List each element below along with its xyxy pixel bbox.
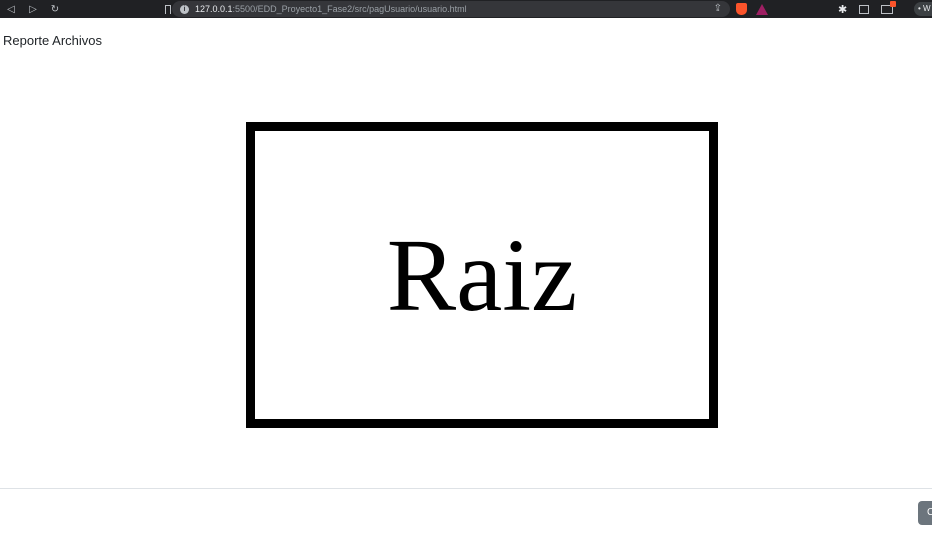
puzzle-icon[interactable]: ✱ <box>838 3 847 16</box>
sidebar-icon[interactable] <box>859 4 870 14</box>
toolbar-right-icons: ✱ <box>838 0 897 18</box>
url-host: 127.0.0.1 <box>195 4 233 14</box>
address-bar[interactable]: i 127.0.0.1:5500/EDD_Proyecto1_Fase2/src… <box>172 1 730 17</box>
reload-button[interactable]: ↻ <box>44 0 66 18</box>
profile-button[interactable]: • W <box>914 2 932 16</box>
back-button[interactable]: ◁ <box>0 0 22 18</box>
page-title: Reporte Archivos <box>3 33 102 48</box>
graph-node-label: Raiz <box>387 218 578 333</box>
info-icon[interactable]: i <box>180 4 189 14</box>
url-path: :5500/EDD_Proyecto1_Fase2/src/pagUsuario… <box>232 4 467 14</box>
footer-divider <box>0 488 932 489</box>
footer-button[interactable]: C <box>918 501 932 525</box>
share-icon[interactable]: ⇪ <box>714 3 722 14</box>
browser-toolbar: ◁ ▷ ↻ i 127.0.0.1:5500/EDD_Proyecto1_Fas… <box>0 0 932 18</box>
forward-arrow-icon: ▷ <box>29 3 37 15</box>
bookmark-icon <box>165 4 171 14</box>
wallet-icon[interactable] <box>881 0 897 14</box>
brave-shield-icon[interactable] <box>736 3 747 15</box>
reload-icon: ↻ <box>50 3 60 15</box>
extension-area <box>736 0 768 18</box>
graph-render: Raiz <box>246 122 718 428</box>
back-arrow-icon: ◁ <box>7 3 15 15</box>
brave-rewards-icon[interactable] <box>756 3 768 15</box>
url-text: 127.0.0.1:5500/EDD_Proyecto1_Fase2/src/p… <box>195 4 467 14</box>
forward-button[interactable]: ▷ <box>22 0 44 18</box>
